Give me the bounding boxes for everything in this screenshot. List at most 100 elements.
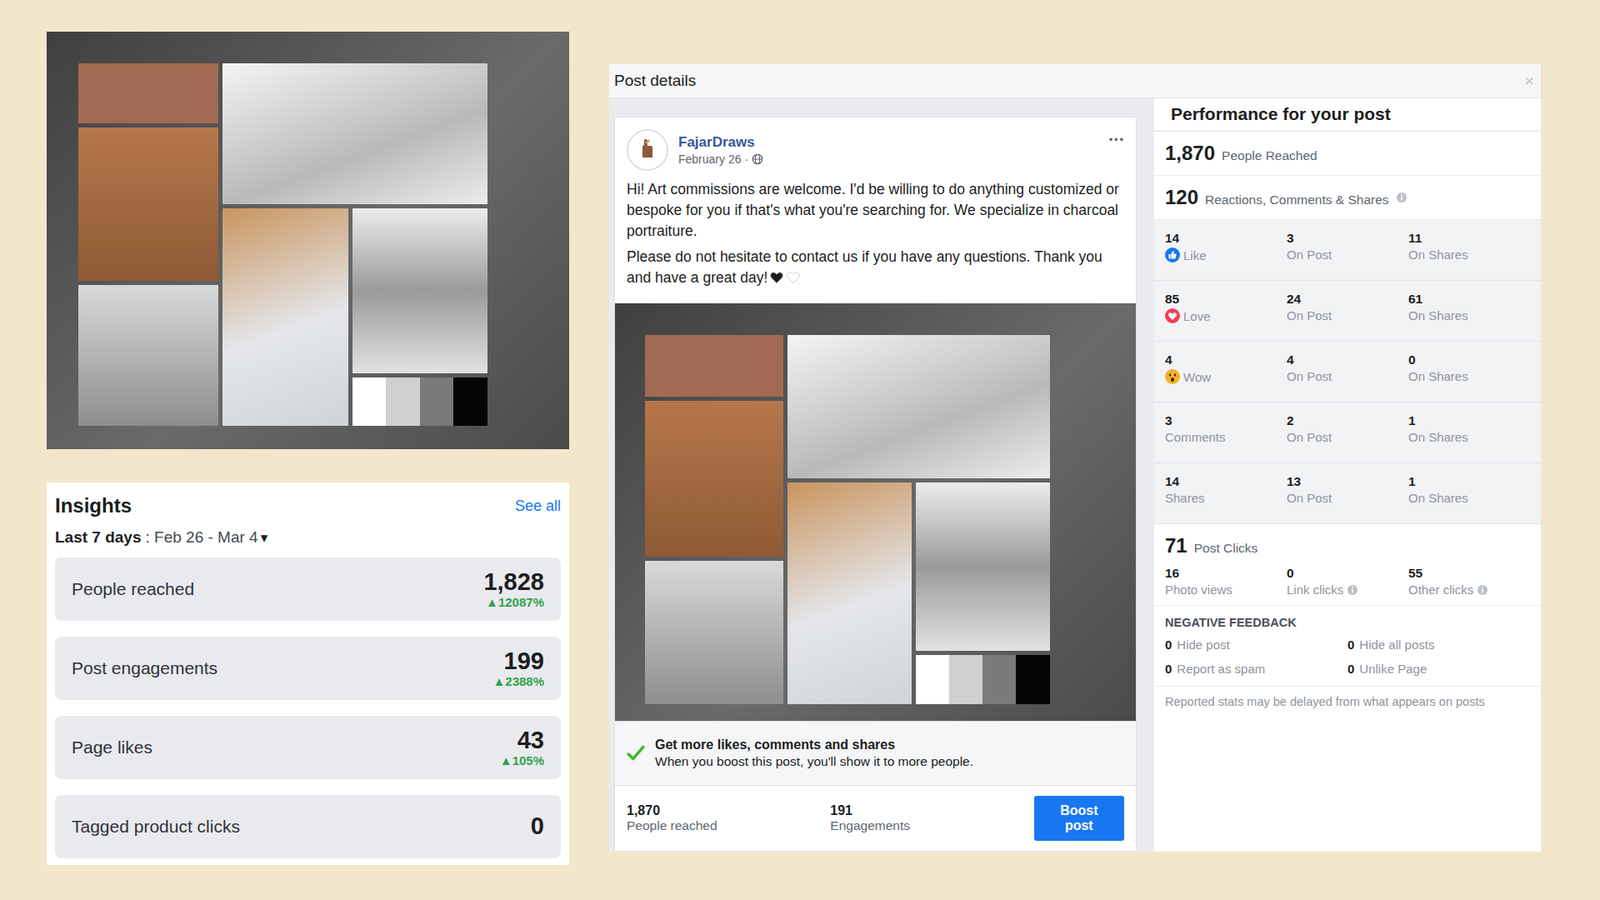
negative-label: Report as spam	[1176, 661, 1265, 676]
breakdown-label: Wow	[1165, 369, 1287, 385]
breakdown-cell: 24On Post	[1286, 291, 1409, 330]
breakdown-cell-value: 1	[1408, 413, 1530, 429]
click-label-text: Link clicks	[1286, 582, 1344, 597]
globe-icon	[751, 153, 764, 165]
post-area: FajarDrawsFebruary 26· ··· Hi! Art commiss…	[609, 98, 1155, 852]
post-clicks-header: 71Post Clicks	[1165, 534, 1530, 558]
page-avatar-icon[interactable]	[626, 129, 669, 171]
metric-figures: 43▲105%	[500, 727, 545, 769]
post-stat-value: 1,870	[626, 803, 830, 819]
post-text: Hi! Art commissions are welcome. I'd be …	[615, 175, 1136, 304]
page-name[interactable]: FajarDraws	[678, 134, 1099, 151]
date-range-selector[interactable]: Last 7 days: Feb 26 - Mar 4▾	[55, 522, 561, 553]
negative-value: 0	[1347, 637, 1355, 652]
date-text: February 26	[678, 152, 741, 166]
breakdown-total: 4Wow	[1165, 352, 1287, 391]
boost-post-button[interactable]: Boost post	[1034, 795, 1125, 841]
info-icon[interactable]	[1346, 584, 1359, 596]
metric-row[interactable]: Page likes 43▲105%	[55, 715, 561, 780]
dialog-body: FajarDrawsFebruary 26· ··· Hi! Art commiss…	[609, 98, 1541, 852]
breakdown-cell-label: On Post	[1286, 247, 1409, 262]
negative-value: 0	[1347, 661, 1355, 676]
post-menu-button[interactable]: ···	[1108, 129, 1125, 151]
breakdown-cell-value: 3	[1286, 230, 1409, 246]
breakdown-cell-value: 11	[1408, 230, 1530, 246]
performance-panel: Performance for your post1,870People Rea…	[1154, 98, 1541, 852]
heart-icon	[785, 270, 801, 285]
negative-feedback-item: 0 Hide all posts	[1347, 637, 1530, 652]
close-button[interactable]: ×	[1524, 71, 1535, 91]
breakdown-cell-label: On Post	[1286, 490, 1409, 505]
breakdown-cell-value: 4	[1286, 352, 1409, 368]
breakdown-cell-label: On Post	[1286, 369, 1409, 384]
heart-icon	[769, 270, 785, 285]
range-dates: : Feb 26 - Mar 4	[145, 528, 259, 547]
info-icon[interactable]	[1476, 584, 1489, 596]
click-label: Other clicks	[1408, 582, 1530, 597]
metric-row[interactable]: Tagged product clicks 0	[55, 795, 561, 859]
post-stat-value: 191	[830, 803, 1034, 819]
click-value: 16	[1165, 565, 1287, 581]
metric-list: People reached 1,828▲12087% Post engagemen…	[55, 557, 561, 859]
see-all-link[interactable]: See all	[515, 497, 561, 515]
collage-photo	[46, 31, 570, 450]
info-icon[interactable]	[1395, 191, 1408, 204]
metric-figures: 199▲2388%	[492, 648, 545, 690]
range-label: Last 7 days	[55, 528, 142, 547]
metric-value: 1,828	[483, 569, 545, 596]
breakdown-total: 14Like	[1165, 230, 1287, 270]
metric-label: Page likes	[71, 737, 153, 758]
breakdown-row: 14Shares13On Post1On Shares	[1154, 463, 1541, 525]
breakdown-cell-label: On Shares	[1408, 308, 1530, 323]
breakdown-cell-label: On Shares	[1408, 247, 1530, 262]
click-label: Link clicks	[1286, 582, 1409, 597]
negative-label: Hide all posts	[1359, 637, 1435, 652]
metric-row[interactable]: People reached 1,828▲12087%	[55, 557, 561, 621]
breakdown-cell-label: On Post	[1286, 430, 1409, 445]
dialog-title: Post details	[614, 71, 696, 90]
breakdown-cell: 0On Shares	[1408, 352, 1530, 391]
post-stat-label: Engagements	[830, 818, 1034, 834]
breakdown-row: 4Wow4On Post0On Shares	[1154, 341, 1541, 403]
metric-change: ▲12087%	[485, 595, 545, 610]
breakdown-label-text: Like	[1183, 248, 1207, 263]
post-clicks-label: Post Clicks	[1194, 540, 1259, 556]
metric-label: Tagged product clicks	[71, 816, 240, 837]
breakdown-cell: 13On Post	[1286, 474, 1409, 513]
post-stat: 191Engagements	[830, 803, 1034, 834]
metric-value: 43	[517, 727, 545, 755]
breakdown-total: 3Comments	[1165, 413, 1287, 452]
dropdown-icon[interactable]: ▾	[260, 529, 269, 547]
click-label: Photo views	[1165, 582, 1287, 597]
boost-hint-description: When you boost this post, you'll show it…	[655, 754, 974, 770]
metric-label: People reached	[71, 579, 195, 600]
breakdown-cell: 2On Post	[1286, 413, 1409, 452]
metric-row[interactable]: Post engagements199▲2388%	[55, 636, 561, 700]
dialog-header: Post details ×	[609, 64, 1541, 99]
stats-note: Reported stats may be delayed from what …	[1154, 686, 1541, 717]
post-photo[interactable]	[615, 303, 1136, 721]
breakdown-row: 85Love24On Post61On Shares	[1154, 280, 1541, 342]
post-meta: FajarDrawsFebruary 26·	[678, 134, 1099, 166]
post-stat: 1,870People reached	[626, 803, 830, 834]
negative-feedback-item: 0Hide post	[1165, 637, 1348, 652]
reach-value: 1,870	[1165, 141, 1215, 165]
breakdown-label-text: Wow	[1183, 370, 1211, 385]
insights-card: InsightsSee allLast 7 days: Feb 26 - Mar…	[46, 482, 570, 865]
boost-hint-title: Get more likes, comments and shares	[655, 737, 974, 753]
metric-value: 0	[530, 813, 545, 840]
negative-feedback-item: 0Report as spam	[1165, 661, 1348, 676]
like-icon	[1165, 247, 1180, 263]
negative-feedback: NEGATIVE FEEDBACK0Hide post0Hide all pos…	[1154, 605, 1541, 687]
breakdown-cell: 1On Shares	[1408, 413, 1530, 452]
breakdown-label-text: Comments	[1165, 430, 1226, 445]
wow-icon	[1165, 369, 1180, 385]
breakdown-cell-value: 61	[1408, 291, 1530, 307]
performance-title: Performance for your post	[1154, 98, 1541, 132]
breakdown-cell-label: On Post	[1286, 308, 1409, 323]
metric-figures: 0	[530, 813, 545, 840]
post-paragraph: Hi! Art commissions are welcome. I'd be …	[626, 179, 1125, 242]
post-paragraph: Please do not hesitate to contact us if …	[626, 246, 1125, 289]
post-stat-label: People reached	[626, 818, 830, 834]
breakdown-row: 3Comments2On Post1On Shares	[1154, 402, 1541, 464]
